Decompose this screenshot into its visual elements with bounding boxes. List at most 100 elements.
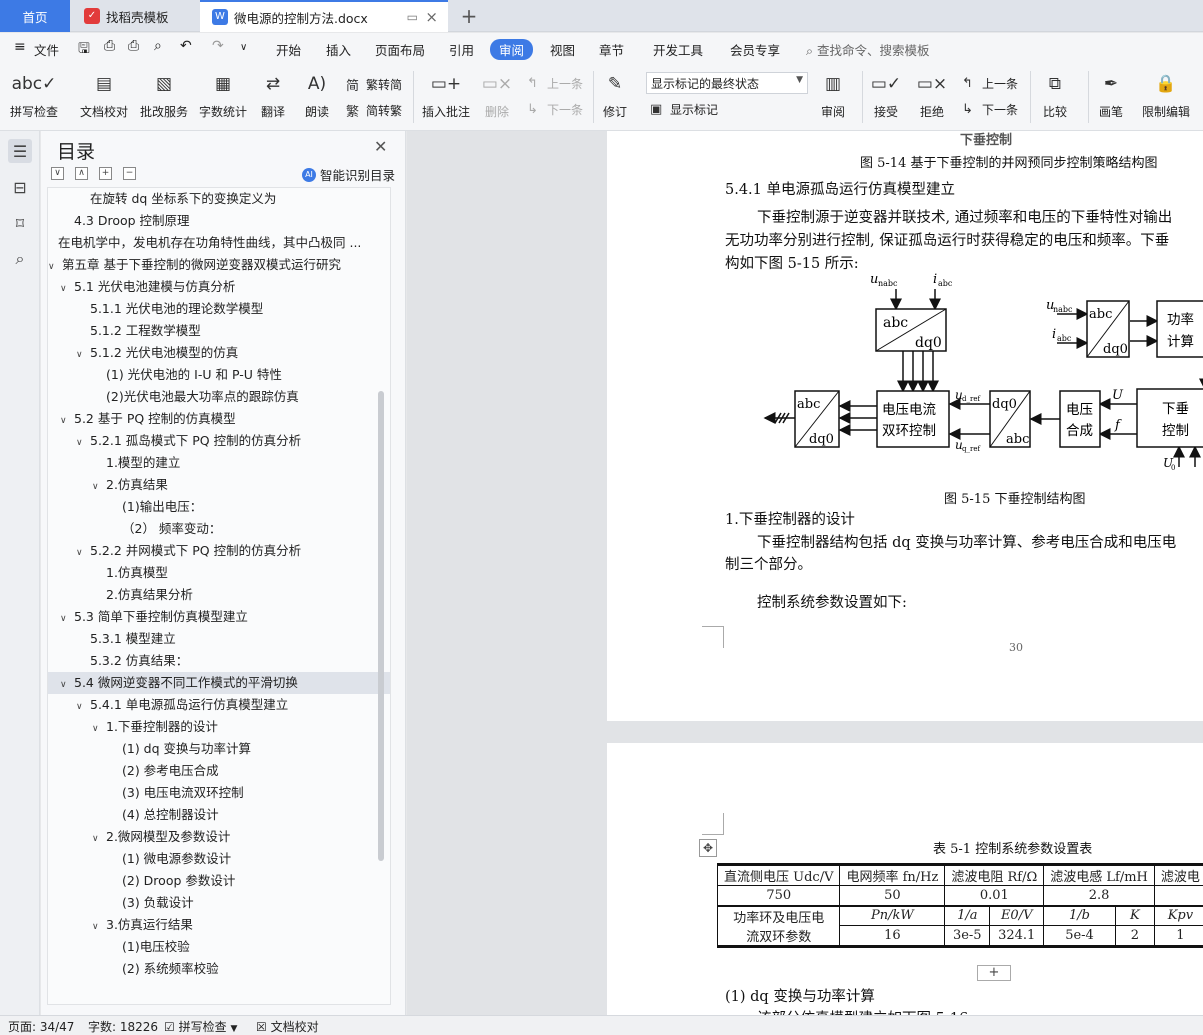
menu-developer[interactable]: 开发工具 (653, 40, 703, 59)
menu-view[interactable]: 视图 (550, 40, 575, 59)
prev-comment-button[interactable]: ↰ 上一条 (527, 75, 583, 92)
menu-insert[interactable]: 插入 (326, 40, 351, 59)
track-changes-button[interactable]: ✎ 修订 (600, 69, 630, 120)
show-markup-button[interactable]: ▣ 显示标记 (650, 101, 718, 118)
new-tab-button[interactable]: + (454, 0, 484, 32)
toc-item[interactable]: ∨ 2.微网模型及参数设计 (48, 826, 390, 848)
menu-file[interactable]: 文件 (34, 40, 59, 59)
chevron-down-icon[interactable]: ∨ (60, 410, 74, 430)
table-move-icon[interactable]: ✥ (699, 839, 717, 857)
toc-item[interactable]: ∨ 1.下垂控制器的设计 (48, 716, 390, 738)
next-comment-button[interactable]: ↳ 下一条 (527, 101, 583, 118)
chevron-down-icon[interactable]: ∨ (76, 696, 90, 716)
toc-item[interactable]: ∨ 第五章 基于下垂控制的微网逆变器双模式运行研究 (48, 254, 390, 276)
batch-service-button[interactable]: ▧ 批改服务 (140, 69, 188, 120)
toc-item[interactable]: (2)光伏电池最大功率点的跟踪仿真 (48, 386, 390, 408)
toc-item[interactable]: (1) 光伏电池的 I-U 和 P-U 特性 (48, 364, 390, 386)
toc-item[interactable]: ∨ 5.3 简单下垂控制仿真模型建立 (48, 606, 390, 628)
next-change-button[interactable]: ↳ 下一条 (962, 101, 1018, 118)
toc-item[interactable]: 1.仿真模型 (48, 562, 390, 584)
redo-icon[interactable]: ↷ (212, 38, 224, 54)
word-count-indicator[interactable]: 字数: 18226 (88, 1018, 158, 1035)
expand-icon[interactable]: + (99, 167, 112, 180)
menu-chapter[interactable]: 章节 (599, 40, 624, 59)
toc-scrollbar[interactable] (378, 391, 384, 861)
toc-item[interactable]: (1)电压校验 (48, 936, 390, 958)
toc-item[interactable]: ∨ 5.4 微网逆变器不同工作模式的平滑切换 (48, 672, 390, 694)
chevron-down-icon[interactable]: ∨ (76, 344, 90, 364)
toc-icon[interactable]: ☰ (8, 139, 32, 163)
simp-to-trad-button[interactable]: 繁简转繁 (346, 101, 402, 120)
review-pane-button[interactable]: ▥ 审阅 (818, 69, 848, 120)
chevron-down-icon[interactable]: ∨ (92, 476, 106, 496)
tab-document[interactable]: W 微电源的控制方法.docx ▭ × (200, 0, 448, 32)
read-aloud-button[interactable]: A) 朗读 (302, 69, 332, 120)
expand-up-icon[interactable]: ∧ (75, 167, 88, 180)
toc-item[interactable]: 在电机学中，发电机存在功角特性曲线，其中凸极同 ... (48, 232, 390, 254)
proofread-button[interactable]: ▤ 文档校对 (80, 69, 128, 120)
restrict-edit-button[interactable]: 🔒 限制编辑 (1142, 69, 1190, 120)
menu-layout[interactable]: 页面布局 (375, 40, 425, 59)
trad-to-simp-button[interactable]: 简繁转简 (346, 75, 402, 94)
toc-item[interactable]: (2) Droop 参数设计 (48, 870, 390, 892)
chevron-down-icon[interactable]: ∨ (60, 608, 74, 628)
delete-comment-button[interactable]: ▭× 删除 (482, 69, 512, 120)
toc-item[interactable]: ∨ 5.2.2 并网模式下 PQ 控制的仿真分析 (48, 540, 390, 562)
insert-comment-button[interactable]: ▭+ 插入批注 (422, 69, 470, 120)
command-search[interactable]: ⌕ 查找命令、搜索模板 (806, 40, 930, 59)
toc-item[interactable]: ∨ 5.1 光伏电池建模与仿真分析 (48, 276, 390, 298)
toc-item[interactable]: 在旋转 dq 坐标系下的变换定义为 (48, 188, 390, 210)
save-icon[interactable]: 🖫 (78, 38, 90, 62)
pen-button[interactable]: ✒ 画笔 (1096, 69, 1126, 120)
chevron-down-icon[interactable]: ∨ (60, 674, 74, 694)
translate-button[interactable]: ⇄ 翻译 (258, 69, 288, 120)
tab-home[interactable]: 首页 (0, 0, 70, 32)
smart-toc-button[interactable]: AI 智能识别目录 (302, 165, 395, 184)
close-icon[interactable]: ✕ (374, 137, 387, 156)
close-tab-icon[interactable]: × (425, 8, 438, 26)
toc-item[interactable]: ∨ 3.仿真运行结果 (48, 914, 390, 936)
chevron-down-icon[interactable]: ∨ (60, 278, 74, 298)
toc-item[interactable]: (1) dq 变换与功率计算 (48, 738, 390, 760)
collapse-icon[interactable]: − (123, 167, 136, 180)
menu-review[interactable]: 审阅 (490, 39, 534, 60)
chevron-down-icon[interactable]: ∨ (92, 916, 106, 936)
accept-button[interactable]: ▭✓ 接受 (871, 69, 901, 120)
toc-item[interactable]: 4.3 Droop 控制原理 (48, 210, 390, 232)
toc-item[interactable]: (4) 总控制器设计 (48, 804, 390, 826)
toc-item[interactable]: 1.模型的建立 (48, 452, 390, 474)
toc-item[interactable]: (3) 电压电流双环控制 (48, 782, 390, 804)
toc-item[interactable]: ∨ 5.2 基于 PQ 控制的仿真模型 (48, 408, 390, 430)
toc-item[interactable]: 5.1.1 光伏电池的理论数学模型 (48, 298, 390, 320)
toc-item[interactable]: ∨ 5.4.1 单电源孤岛运行仿真模型建立 (48, 694, 390, 716)
toc-item[interactable]: (1)输出电压： (48, 496, 390, 518)
menu-reference[interactable]: 引用 (449, 40, 474, 59)
toc-item[interactable]: (3) 负载设计 (48, 892, 390, 914)
toc-item[interactable]: 5.1.2 工程数学模型 (48, 320, 390, 342)
toc-item[interactable]: (2) 参考电压合成 (48, 760, 390, 782)
chapter-nav-icon[interactable]: ⊟ (8, 175, 32, 199)
hamburger-icon[interactable]: ≡ (14, 39, 26, 55)
undo-icon[interactable]: ↶ (180, 38, 192, 54)
search-icon[interactable]: ⌕ (8, 247, 32, 271)
menu-start[interactable]: 开始 (276, 40, 301, 59)
chevron-down-icon[interactable]: ∨ (92, 828, 106, 848)
prev-change-button[interactable]: ↰ 上一条 (962, 75, 1018, 92)
page-indicator[interactable]: 页面: 34/47 (8, 1018, 74, 1035)
toc-item[interactable]: 2.仿真结果分析 (48, 584, 390, 606)
spell-check-button[interactable]: abc✓ 拼写检查 (10, 69, 58, 120)
toc-item[interactable]: ∨ 5.2.1 孤岛模式下 PQ 控制的仿真分析 (48, 430, 390, 452)
chevron-down-icon[interactable]: ∨ (48, 256, 62, 276)
export-pdf-icon[interactable]: ⎙ (104, 38, 115, 54)
markup-mode-select[interactable]: 显示标记的最终状态 ▼ (646, 72, 808, 94)
toc-item[interactable]: 5.3.1 模型建立 (48, 628, 390, 650)
bookmark-icon[interactable]: ⌑ (8, 211, 32, 235)
chevron-down-icon[interactable]: ∨ (76, 432, 90, 452)
toc-item[interactable]: ∨ 2.仿真结果 (48, 474, 390, 496)
spell-check-status[interactable]: ☑ 拼写检查 ▼ (164, 1018, 237, 1035)
toc-item[interactable]: （2） 频率变动： (48, 518, 390, 540)
print-icon[interactable]: ⎙ (128, 38, 139, 54)
toc-item[interactable]: (1) 微电源参数设计 (48, 848, 390, 870)
toc-item[interactable]: 5.3.2 仿真结果： (48, 650, 390, 672)
chevron-down-icon[interactable]: ∨ (92, 718, 106, 738)
